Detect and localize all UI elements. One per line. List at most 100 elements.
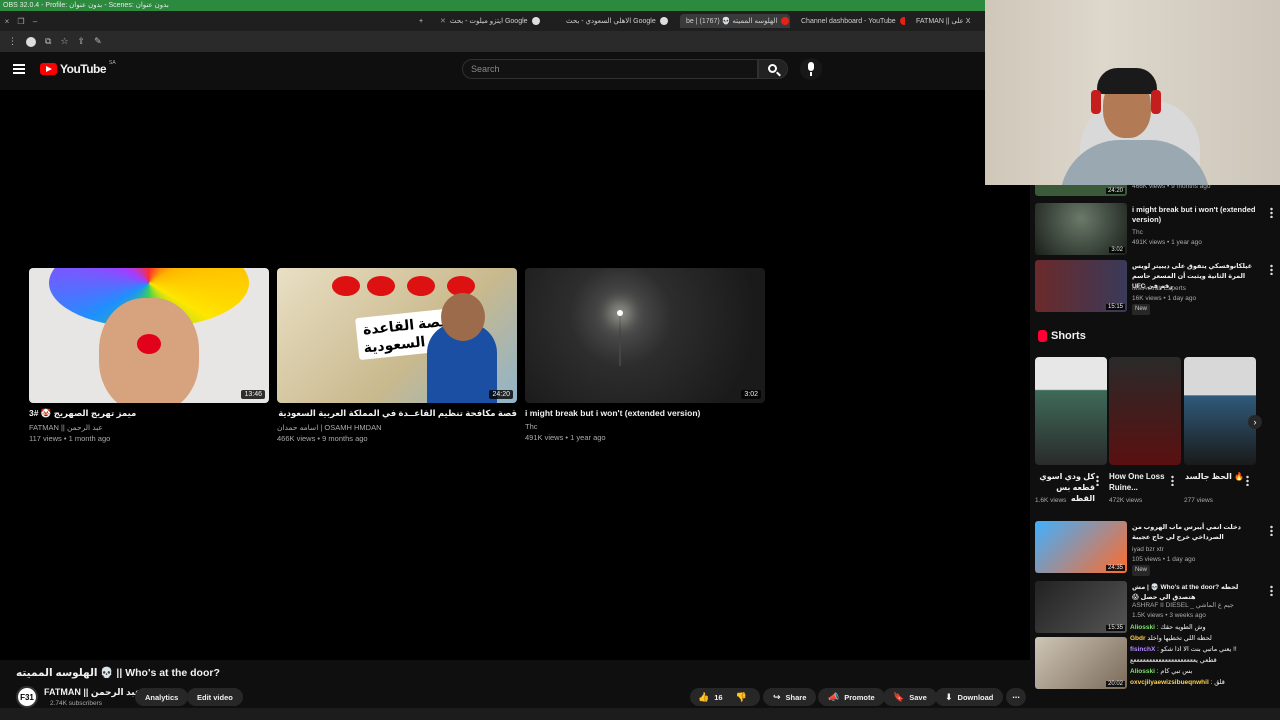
short-title[interactable]: 🔥 الحظ جالسد	[1184, 471, 1244, 482]
map-thumbnail-image: قصة القاعدة في السعودية	[277, 268, 517, 403]
youtube-logo[interactable]: YouTube SA	[40, 60, 116, 76]
save-button[interactable]: 🔖 Save	[883, 688, 937, 706]
new-badge: New	[1132, 304, 1151, 315]
more-dots-icon: ⋯	[1012, 692, 1020, 702]
video-channel[interactable]: Thc	[1132, 228, 1143, 237]
endcard-title[interactable]: قصة مكافحة تنظيم القاعــدة في المملكة ال…	[277, 408, 517, 419]
tab-google-search-1[interactable]: ✕ ايتزو ميلوت - بحث Google	[430, 14, 548, 28]
webcam-overlay	[985, 0, 1280, 185]
hamburger-menu-icon[interactable]	[13, 64, 25, 74]
share-icon: ↪	[773, 691, 781, 702]
video-thumbnail[interactable]: 3:02	[1035, 203, 1127, 255]
duration-badge: 3:02	[741, 390, 761, 399]
window-minimize-icon[interactable]: –	[28, 17, 42, 26]
extensions-icon[interactable]: ⧉	[45, 36, 51, 47]
endcard-channel[interactable]: FATMAN || عبد الرحمن	[29, 422, 269, 433]
video-thumbnail[interactable]: 15:35	[1035, 581, 1127, 633]
new-badge: New	[1132, 565, 1151, 576]
search-button[interactable]	[758, 59, 788, 79]
endcard-thumbnail[interactable]: 3:02	[525, 268, 765, 403]
video-channel[interactable]: ASHRAF II DIESEL _ جيم ع الماشي	[1132, 601, 1234, 610]
browser-tab-strip: × ❐ – + ✕ ايتزو ميلوت - بحث Google الاهل…	[0, 11, 985, 31]
more-options-icon[interactable]	[1246, 475, 1249, 486]
download-button[interactable]: ⬇ Download	[935, 688, 1004, 706]
list-item[interactable]: 24:35 دخلت انمي أيبرس ماب الهروب من الصر…	[1035, 521, 1275, 576]
more-options-icon[interactable]	[1270, 207, 1273, 218]
download-icon: ⬇	[945, 691, 953, 702]
shorts-icon	[1038, 330, 1047, 342]
tab-youtube-video[interactable]: be | الهلوسه المميته 💀 (1767)	[680, 14, 790, 28]
chat-text: : يعني ماتبي بنت الا اذا شكو !!	[1157, 646, 1237, 653]
presenter-head	[441, 293, 485, 341]
video-title[interactable]: دخلت انمي أيبرس ماب الهروب من الصرداخي خ…	[1132, 523, 1257, 543]
short-thumbnail-3[interactable]	[1184, 357, 1256, 465]
short-thumbnail-1[interactable]	[1035, 357, 1107, 465]
channel-name[interactable]: FATMAN || عبد الرحمن	[44, 687, 141, 698]
video-title[interactable]: i might break but i won't (extended vers…	[1132, 205, 1257, 225]
share-icon[interactable]: ⇪	[78, 36, 86, 47]
list-item[interactable]: 3:02 i might break but i won't (extended…	[1035, 203, 1275, 257]
promote-button[interactable]: 📣 Promote	[818, 688, 885, 706]
endcard-channel[interactable]: Thc	[525, 421, 765, 432]
headphone-right	[1151, 90, 1161, 114]
pen-icon[interactable]: ✎	[94, 36, 102, 47]
video-thumbnail[interactable]: 15:15	[1035, 260, 1127, 312]
duration-badge: 15:35	[1105, 625, 1125, 631]
clown-nose	[137, 334, 161, 354]
os-taskbar	[0, 708, 1280, 720]
endcard-title[interactable]: i might break but i won't (extended vers…	[525, 408, 765, 418]
more-options-icon[interactable]	[1270, 264, 1273, 275]
window-close-icon[interactable]: ×	[0, 17, 14, 26]
search-icon	[768, 64, 777, 73]
edit-video-button[interactable]: Edit video	[187, 688, 243, 706]
window-restore-icon[interactable]: ❐	[14, 17, 28, 26]
google-icon	[531, 17, 540, 25]
search-input[interactable]: Search	[462, 59, 758, 79]
tab-channel-dashboard[interactable]: Channel dashboard - YouTube ✕	[795, 14, 905, 28]
video-thumbnail[interactable]: 24:35	[1035, 521, 1127, 573]
analytics-button[interactable]: Analytics	[135, 688, 189, 706]
short-title[interactable]: How One Loss Ruine...	[1109, 471, 1169, 493]
list-item[interactable]: 15:15 غيلكانوفسكي يتفوق على ديبيتر لويس …	[1035, 260, 1275, 315]
video-channel[interactable]: iyad bzr xtr	[1132, 545, 1164, 554]
thumbs-up-icon[interactable]: 👍	[698, 692, 709, 703]
live-chat-overlay: Aliosski : وش الطويه حقك Gbdr لحظه اللي …	[1130, 622, 1280, 688]
chevron-right-icon[interactable]: ›	[1248, 415, 1262, 429]
channel-avatar[interactable]: F31	[16, 686, 38, 708]
video-meta: 105 views • 1 day ago	[1132, 556, 1196, 563]
new-tab-button[interactable]: +	[413, 14, 429, 28]
shorts-heading-label: Shorts	[1051, 330, 1086, 342]
obs-title-bar: OBS 32.0.4 - Profile: بدون عنوان - Scene…	[0, 0, 985, 11]
video-thumbnail[interactable]: 20:02	[1035, 637, 1127, 689]
endcard-video-2[interactable]: قصة القاعدة في السعودية 24:20 قصة مكافحة…	[277, 268, 517, 444]
streamer-hair	[1097, 68, 1157, 94]
megaphone-icon: 📣	[828, 691, 840, 702]
video-channel[interactable]: MMA Arab Experts	[1132, 284, 1186, 293]
tab-close-icon[interactable]: ✕	[440, 17, 446, 25]
more-options-icon[interactable]	[1270, 585, 1273, 596]
tab-google-search-2[interactable]: الاهلي السعودي - بحث Google ✕	[560, 14, 668, 28]
video-title[interactable]: لحظه ?Who's at the door 💀 | مش هتصدق الي…	[1132, 583, 1257, 603]
video-meta: 491K views • 1 year ago	[1132, 239, 1202, 246]
menu-dots-icon[interactable]: ⋮	[8, 36, 17, 47]
duration-badge: 24:20	[1105, 188, 1125, 194]
more-actions-button[interactable]: ⋯	[1006, 688, 1026, 706]
more-options-icon[interactable]	[1270, 525, 1273, 536]
voice-search-button[interactable]	[800, 58, 822, 80]
more-options-icon[interactable]	[1096, 475, 1099, 486]
red-marker	[367, 276, 395, 296]
profile-icon[interactable]	[26, 36, 36, 47]
endcard-video-3[interactable]: 3:02 i might break but i won't (extended…	[525, 268, 765, 443]
share-button[interactable]: ↪ Share	[763, 688, 817, 706]
endcard-channel[interactable]: اسامه حمدان | OSAMH HMDAN	[277, 422, 517, 433]
tab-x-profile[interactable]: FATMAN || على X	[910, 14, 985, 28]
bookmark-star-icon[interactable]: ☆	[60, 36, 68, 47]
short-thumbnail-2[interactable]	[1109, 357, 1181, 465]
duration-badge: 15:15	[1105, 304, 1125, 310]
thumbs-down-icon[interactable]: 👎	[736, 692, 747, 703]
more-options-icon[interactable]	[1171, 475, 1174, 486]
endcard-video-1[interactable]: 13:46 ميمز تهريج الصهريج 🤡 #3 FATMAN || …	[29, 268, 269, 444]
endcard-title[interactable]: ميمز تهريج الصهريج 🤡 #3	[29, 408, 269, 419]
endcard-thumbnail[interactable]: قصة القاعدة في السعودية 24:20	[277, 268, 517, 403]
endcard-thumbnail[interactable]: 13:46	[29, 268, 269, 403]
